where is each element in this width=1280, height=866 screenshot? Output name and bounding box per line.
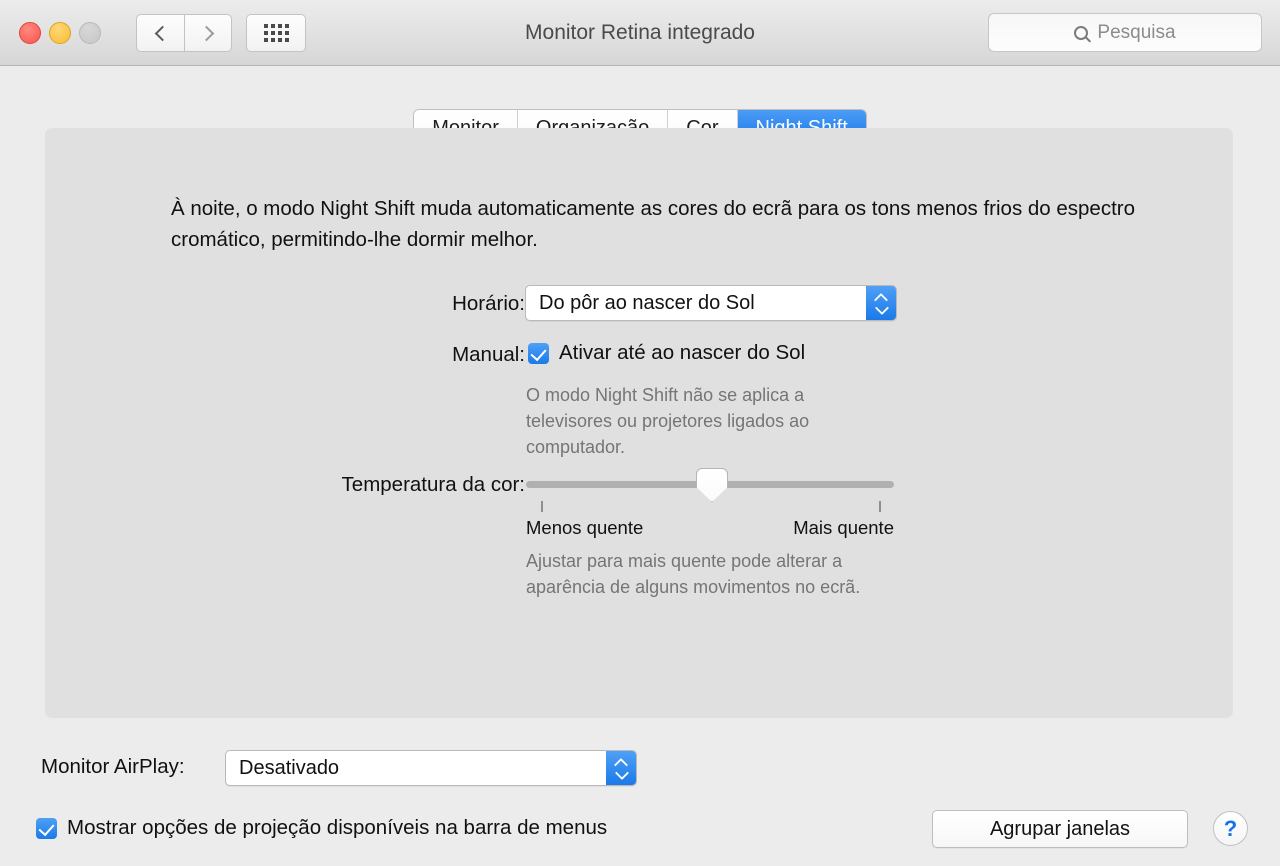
search-icon: [1074, 25, 1089, 40]
slider-tick-min: [541, 501, 543, 512]
schedule-label: Horário:: [452, 292, 525, 315]
slider-min-label: Menos quente: [526, 517, 644, 538]
night-shift-description: À noite, o modo Night Shift muda automat…: [171, 197, 1136, 251]
chevron-up-icon: [616, 759, 627, 766]
temperature-label: Temperatura da cor:: [341, 473, 525, 496]
manual-label: Manual:: [452, 343, 525, 366]
search-field[interactable]: Pesquisa: [988, 13, 1262, 52]
temperature-slider[interactable]: Menos quente Mais quente: [526, 468, 894, 551]
night-shift-panel: À noite, o modo Night Shift muda automat…: [45, 128, 1233, 718]
chevron-up-icon: [876, 294, 887, 301]
schedule-popup-button[interactable]: Do pôr ao nascer do Sol: [525, 285, 897, 321]
show-mirroring-options-row[interactable]: Mostrar opções de projeção disponíveis n…: [36, 816, 607, 840]
slider-thumb[interactable]: [696, 468, 728, 502]
chevron-down-icon: [876, 305, 887, 312]
manual-checkbox-label: Ativar até ao nascer do Sol: [559, 341, 806, 364]
airplay-popup-button[interactable]: Desativado: [225, 750, 637, 786]
help-button[interactable]: ?: [1213, 811, 1248, 846]
airplay-display-label: Monitor AirPlay:: [41, 755, 185, 778]
manual-checkbox-row[interactable]: Ativar até ao nascer do Sol: [528, 341, 805, 365]
slider-tick-max: [879, 501, 881, 512]
gather-windows-button[interactable]: Agrupar janelas: [932, 810, 1188, 848]
airplay-value: Desativado: [239, 756, 340, 779]
show-mirroring-options-label: Mostrar opções de projeção disponíveis n…: [67, 816, 608, 839]
schedule-stepper-icon[interactable]: [866, 286, 896, 320]
slider-max-label: Mais quente: [793, 517, 894, 538]
manual-hint-text: O modo Night Shift não se aplica a telev…: [526, 385, 810, 457]
manual-checkbox[interactable]: [528, 342, 549, 364]
show-mirroring-options-checkbox[interactable]: [36, 817, 57, 839]
airplay-stepper-icon[interactable]: [606, 751, 636, 785]
temperature-hint-text: Ajustar para mais quente pode alterar a …: [526, 551, 861, 597]
schedule-value: Do pôr ao nascer do Sol: [539, 291, 755, 314]
search-placeholder: Pesquisa: [1097, 21, 1176, 43]
chevron-down-icon: [616, 770, 627, 777]
window-titlebar: Monitor Retina integrado Pesquisa: [0, 0, 1280, 66]
